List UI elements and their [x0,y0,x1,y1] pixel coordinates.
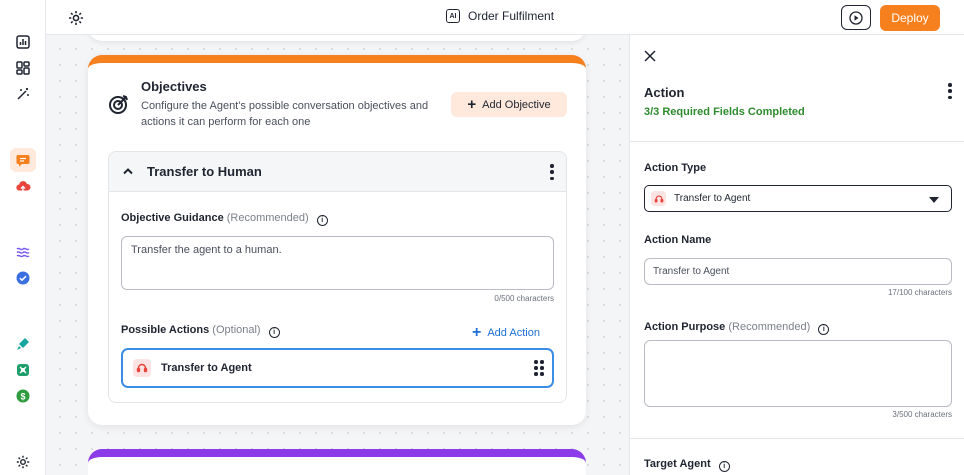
left-nav-rail: $ [0,0,46,475]
objectives-title: Objectives [141,79,207,94]
guidance-counter: 0/500 characters [494,294,554,303]
info-icon[interactable]: i [316,215,328,226]
panel-more-icon[interactable] [947,83,953,99]
target-icon [109,95,128,114]
action-panel: Action 3/3 Required Fields Completed Act… [629,35,964,475]
panel-title: Action [644,85,685,100]
action-name-input[interactable]: Transfer to Agent [644,258,952,285]
info-icon[interactable]: i [268,327,280,338]
analytics-icon[interactable] [13,32,33,52]
objective-header[interactable]: Transfer to Human [109,152,566,192]
guidance-textarea[interactable]: Transfer the agent to a human. [121,236,554,290]
add-action-button[interactable]: + Add Action [472,324,540,342]
magic-wand-icon[interactable] [13,84,33,104]
target-agent-label: Target Agent i [644,458,730,472]
agent-icon [651,191,666,206]
brush-icon[interactable] [13,334,33,354]
required-fields-status: 3/3 Required Fields Completed [644,106,805,118]
close-icon[interactable] [643,49,657,63]
add-action-label: Add Action [487,327,540,339]
action-purpose-label: Action Purpose (Recommended) i [644,321,830,335]
action-type-value: Transfer to Agent [674,193,751,204]
next-card [88,449,586,475]
chevron-up-icon[interactable] [121,164,135,178]
action-name-label: Action Name [644,234,712,246]
deploy-button[interactable]: Deploy [880,5,940,31]
objectives-card: Objectives Configure the Agent's possibl… [88,55,586,425]
objective-item: Transfer to Human Objective Guidance (Re… [108,151,567,403]
info-icon[interactable]: i [718,461,730,472]
previous-card [88,35,586,41]
drag-handle-icon[interactable] [534,360,544,376]
add-objective-button[interactable]: + Add Objective [451,92,567,117]
svg-text:$: $ [20,391,25,401]
canvas: Objectives Configure the Agent's possibl… [46,35,629,475]
integrations-icon[interactable] [13,360,33,380]
waves-icon[interactable] [13,242,33,262]
action-type-label: Action Type [644,162,707,174]
chat-icon[interactable] [13,150,33,170]
gear-icon[interactable] [67,9,85,27]
guidance-label: Objective Guidance (Recommended) i [121,212,328,226]
objective-title: Transfer to Human [147,164,262,179]
billing-icon[interactable]: $ [13,386,33,406]
action-purpose-counter: 3/500 characters [892,410,952,419]
info-icon[interactable]: i [818,324,830,335]
action-purpose-textarea[interactable] [644,340,952,407]
top-bar: AI Order Fulfilment Deploy [46,0,964,35]
action-type-select[interactable]: Transfer to Agent [644,185,952,212]
agent-icon [133,359,151,377]
action-row[interactable]: Transfer to Agent [121,348,554,388]
cloud-upload-icon[interactable] [13,176,33,196]
objectives-description: Configure the Agent's possible conversat… [141,100,429,128]
ai-badge-icon: AI [446,9,460,23]
page-title-group: AI Order Fulfilment [446,9,554,23]
plus-icon: + [472,324,482,341]
action-row-label: Transfer to Agent [161,362,252,374]
settings-icon[interactable] [13,452,33,472]
objective-more-icon[interactable] [549,164,555,180]
dashboard-icon[interactable] [13,58,33,78]
plus-icon: + [467,96,477,113]
action-name-counter: 17/100 characters [887,288,952,297]
possible-actions-label: Possible Actions (Optional) i [121,324,280,338]
preview-play-button[interactable] [841,5,871,30]
divider [630,141,964,142]
play-icon [849,10,863,25]
divider [630,438,964,439]
caret-down-icon [929,197,939,203]
page-title: Order Fulfilment [468,9,555,23]
add-objective-label: Add Objective [482,98,551,111]
verified-icon[interactable] [13,268,33,288]
